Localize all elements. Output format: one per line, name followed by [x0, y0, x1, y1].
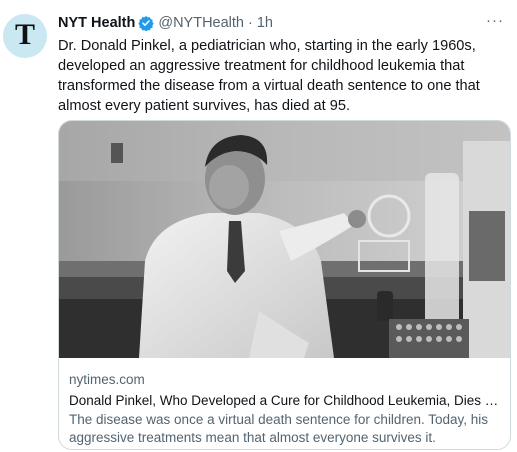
card-description: The disease was once a virtual death sen… [69, 412, 488, 445]
tweet[interactable]: T NYT Health @NYTHealth · 1h ··· Dr. Don… [0, 0, 517, 452]
article-photo[interactable] [59, 121, 510, 358]
tweet-text: Dr. Donald Pinkel, a pediatrician who, s… [58, 38, 480, 114]
card-title[interactable]: Donald Pinkel, Who Developed a Cure for … [69, 392, 503, 410]
separator: · [247, 15, 253, 31]
more-options-icon[interactable]: ··· [483, 11, 507, 31]
timestamp[interactable]: 1h [257, 15, 273, 31]
display-name[interactable]: NYT Health [58, 15, 135, 31]
avatar[interactable]: T [3, 14, 47, 58]
handle[interactable]: @NYTHealth [158, 15, 244, 31]
nyt-logo-icon: T [14, 18, 35, 51]
link-card[interactable]: nytimes.com Donald Pinkel, Who Developed… [58, 120, 511, 450]
verified-badge-icon [138, 15, 155, 31]
card-domain: nytimes.com [69, 372, 145, 387]
tweet-header: NYT Health @NYTHealth · 1h [58, 13, 273, 33]
